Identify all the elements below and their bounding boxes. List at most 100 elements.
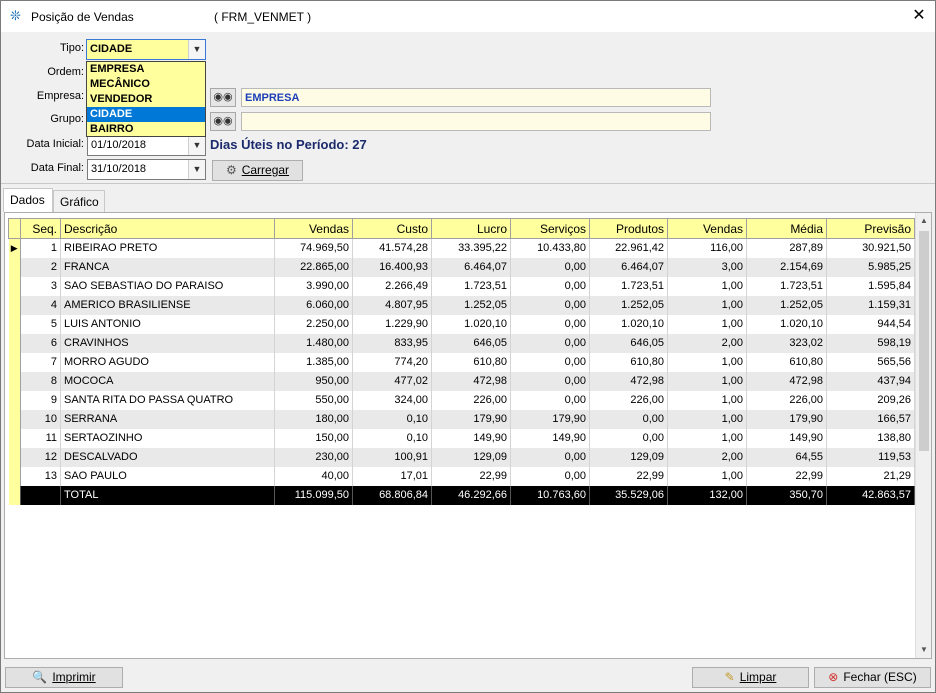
table-cell[interactable]: 4 [20, 295, 61, 315]
table-cell[interactable]: SERTAOZINHO [60, 428, 275, 448]
limpar-button[interactable]: ✎ Limpar [692, 667, 809, 688]
table-cell[interactable]: 1,00 [667, 352, 747, 372]
tipo-combo[interactable]: CIDADE ▼ [86, 39, 206, 60]
table-cell[interactable]: 437,94 [826, 371, 915, 391]
table-cell[interactable]: 22.865,00 [274, 257, 353, 277]
table-cell[interactable]: 10 [20, 409, 61, 429]
table-cell[interactable]: 116,00 [667, 238, 747, 258]
table-cell[interactable]: 6 [20, 333, 61, 353]
table-cell[interactable]: 1.723,51 [746, 276, 827, 296]
table-cell[interactable]: 598,19 [826, 333, 915, 353]
table-cell[interactable]: 1.159,31 [826, 295, 915, 315]
carregar-button[interactable]: ⚙ Carregar [212, 160, 303, 181]
table-cell[interactable]: 226,00 [589, 390, 668, 410]
table-row[interactable]: 7 MORRO AGUDO 1.385,00 774,20 610,80 0,00 610,… [8, 352, 915, 372]
table-cell[interactable]: 0,00 [510, 371, 590, 391]
table-cell[interactable]: 0,10 [352, 409, 432, 429]
col-header[interactable]: Produtos [589, 218, 668, 239]
imprimir-button[interactable]: 🔍 Imprimir [5, 667, 123, 688]
scroll-up-icon[interactable]: ▲ [916, 213, 932, 229]
table-row[interactable]: 8 MOCOCA 950,00 477,02 472,98 0,00 472,98 1,00 4… [8, 371, 915, 391]
table-cell[interactable]: 22,99 [589, 466, 668, 486]
table-cell[interactable]: 477,02 [352, 371, 432, 391]
col-header[interactable]: Seq. [20, 218, 61, 239]
tab-grafico[interactable]: Gráfico [53, 190, 105, 212]
chevron-down-icon[interactable]: ▼ [188, 160, 205, 179]
tipo-option-selected[interactable]: CIDADE [87, 107, 205, 122]
table-cell[interactable]: 0,00 [510, 295, 590, 315]
table-cell[interactable]: 1.020,10 [746, 314, 827, 334]
table-cell[interactable]: 1.723,51 [431, 276, 511, 296]
col-header[interactable]: Vendas [274, 218, 353, 239]
chevron-down-icon[interactable]: ▼ [188, 136, 205, 155]
col-header[interactable]: Vendas [667, 218, 747, 239]
scrollbar-thumb[interactable] [919, 231, 929, 451]
table-cell[interactable]: 22,99 [431, 466, 511, 486]
table-cell[interactable]: 0,00 [589, 409, 668, 429]
table-cell[interactable]: 1.595,84 [826, 276, 915, 296]
table-cell[interactable]: 226,00 [431, 390, 511, 410]
fechar-button[interactable]: ⊗ Fechar (ESC) [814, 667, 931, 688]
table-row[interactable]: 5 LUIS ANTONIO 2.250,00 1.229,90 1.020,10 0,0… [8, 314, 915, 334]
table-cell[interactable]: 17,01 [352, 466, 432, 486]
data-inicial-picker[interactable]: 01/10/2018 ▼ [87, 135, 206, 156]
table-cell[interactable]: SERRANA [60, 409, 275, 429]
table-cell[interactable]: 0,00 [589, 428, 668, 448]
table-cell[interactable]: 610,80 [431, 352, 511, 372]
table-cell[interactable]: 74.969,50 [274, 238, 353, 258]
table-row[interactable]: 4 AMERICO BRASILIENSE 6.060,00 4.807,95 1.25… [8, 295, 915, 315]
table-cell[interactable]: 2,00 [667, 333, 747, 353]
table-cell[interactable]: 2.250,00 [274, 314, 353, 334]
table-cell[interactable]: 179,90 [510, 409, 590, 429]
table-cell[interactable]: 0,00 [510, 276, 590, 296]
table-cell[interactable]: 1,00 [667, 314, 747, 334]
table-cell[interactable]: 5 [20, 314, 61, 334]
table-cell[interactable]: 11 [20, 428, 61, 448]
table-cell[interactable]: 2 [20, 257, 61, 277]
table-cell[interactable]: FRANCA [60, 257, 275, 277]
table-cell[interactable]: 1,00 [667, 390, 747, 410]
table-row[interactable]: 2 FRANCA 22.865,00 16.400,93 6.464,07 0,00 6.4… [8, 257, 915, 277]
grupo-field[interactable] [241, 112, 711, 131]
table-row[interactable]: 3 SAO SEBASTIAO DO PARAISO 3.990,00 2.266,4… [8, 276, 915, 296]
table-cell[interactable]: 646,05 [589, 333, 668, 353]
table-cell[interactable]: 16.400,93 [352, 257, 432, 277]
table-cell[interactable]: MORRO AGUDO [60, 352, 275, 372]
table-cell[interactable]: 179,90 [431, 409, 511, 429]
table-cell[interactable]: 21,29 [826, 466, 915, 486]
table-cell[interactable]: 138,80 [826, 428, 915, 448]
table-cell[interactable]: 150,00 [274, 428, 353, 448]
table-cell[interactable]: 119,53 [826, 447, 915, 467]
table-cell[interactable]: 950,00 [274, 371, 353, 391]
table-cell[interactable]: 8 [20, 371, 61, 391]
table-cell[interactable]: 610,80 [746, 352, 827, 372]
table-cell[interactable]: 287,89 [746, 238, 827, 258]
table-cell[interactable]: 179,90 [746, 409, 827, 429]
table-cell[interactable]: 10.433,80 [510, 238, 590, 258]
table-cell[interactable]: 0,10 [352, 428, 432, 448]
table-cell[interactable]: 1,00 [667, 371, 747, 391]
table-cell[interactable]: 1,00 [667, 295, 747, 315]
table-cell[interactable]: 166,57 [826, 409, 915, 429]
table-cell[interactable]: 129,09 [431, 447, 511, 467]
table-cell[interactable]: 30.921,50 [826, 238, 915, 258]
table-cell[interactable]: 1.252,05 [589, 295, 668, 315]
table-cell[interactable]: 323,02 [746, 333, 827, 353]
table-cell[interactable]: 324,00 [352, 390, 432, 410]
table-cell[interactable]: 1,00 [667, 428, 747, 448]
table-cell[interactable]: 6.060,00 [274, 295, 353, 315]
table-cell[interactable]: CRAVINHOS [60, 333, 275, 353]
vertical-scrollbar[interactable]: ▲ ▼ [915, 213, 931, 658]
col-header[interactable]: Serviços [510, 218, 590, 239]
col-header[interactable]: Descrição [60, 218, 275, 239]
table-cell[interactable]: 149,90 [746, 428, 827, 448]
table-cell[interactable]: 0,00 [510, 466, 590, 486]
table-cell[interactable]: 1 [20, 238, 61, 258]
table-cell[interactable]: 3.990,00 [274, 276, 353, 296]
table-row[interactable]: ▶ 1 RIBEIRAO PRETO 74.969,50 41.574,28 33.395… [8, 238, 915, 258]
close-icon[interactable]: ✕ [909, 6, 929, 26]
table-cell[interactable]: RIBEIRAO PRETO [60, 238, 275, 258]
table-row[interactable]: 10 SERRANA 180,00 0,10 179,90 179,90 0,00 1,00 1… [8, 409, 915, 429]
empresa-field[interactable]: EMPRESA [241, 88, 711, 107]
table-cell[interactable]: 1,00 [667, 276, 747, 296]
